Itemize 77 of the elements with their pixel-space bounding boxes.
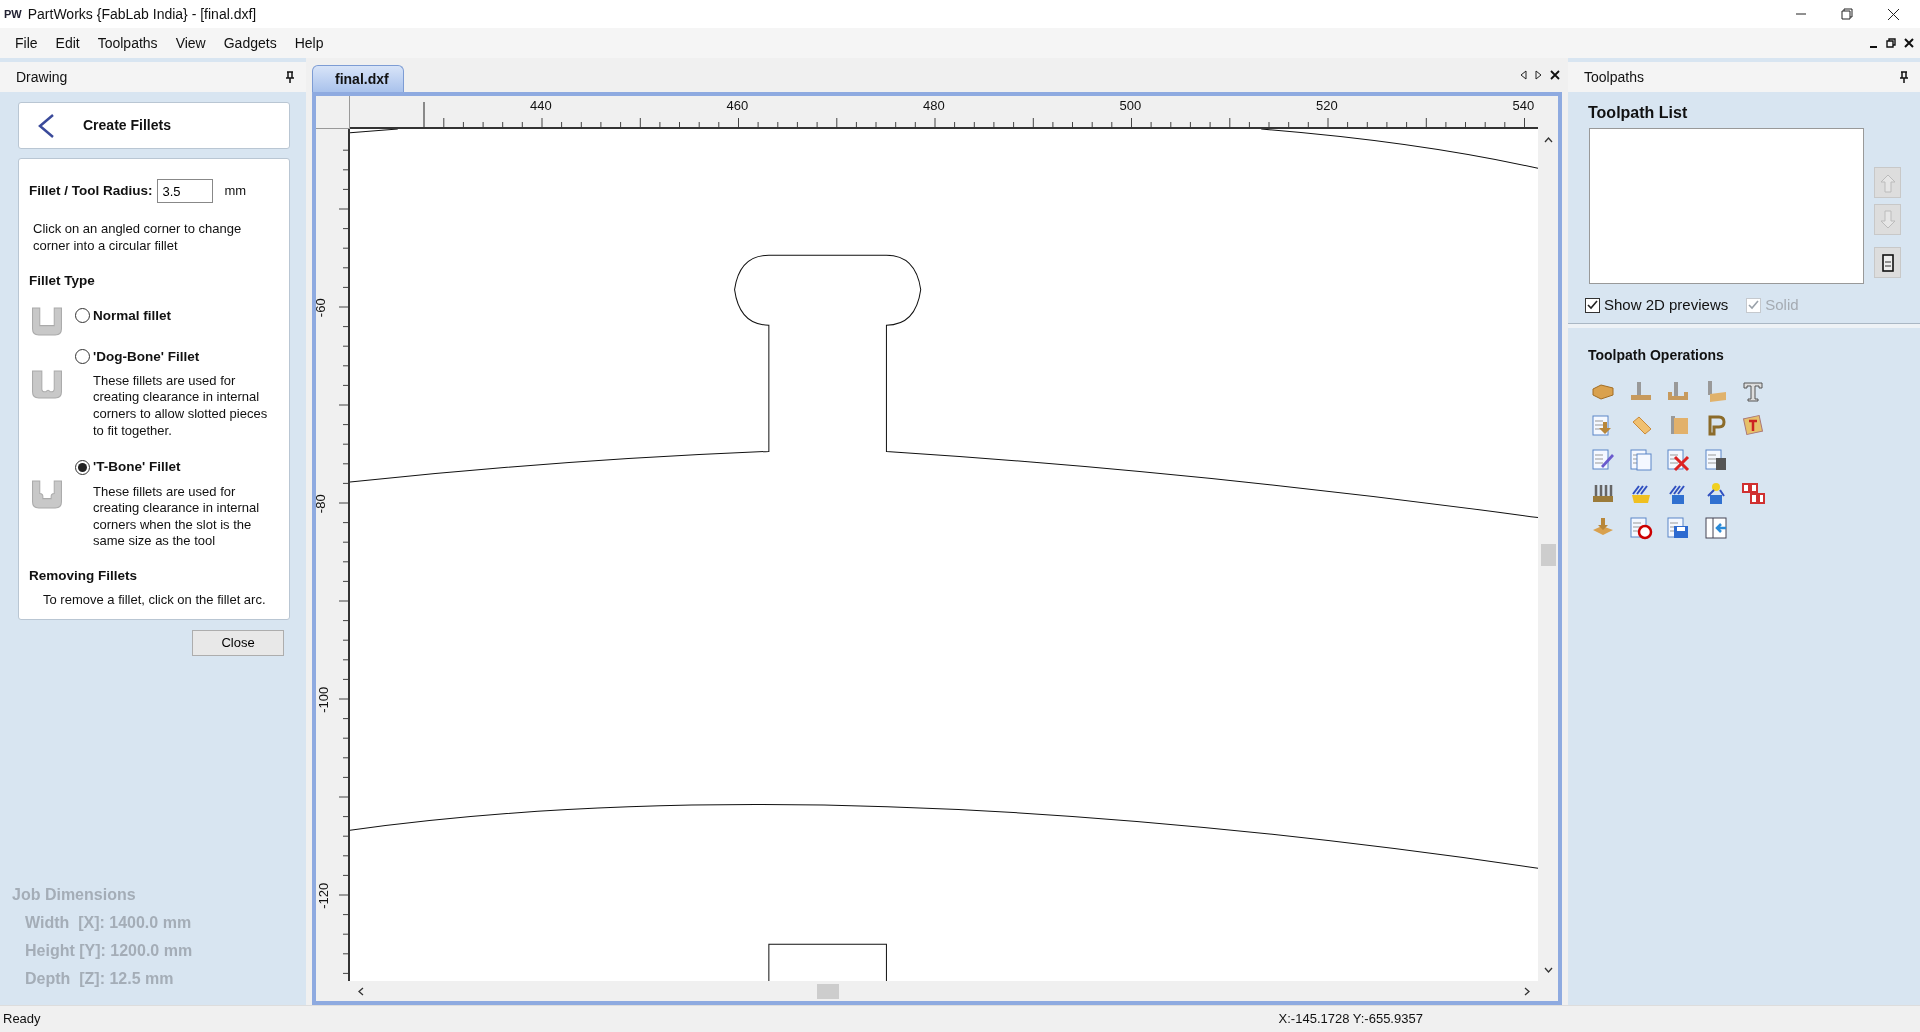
- close-icon[interactable]: [1550, 70, 1560, 80]
- scroll-thumb[interactable]: [817, 983, 839, 999]
- menu-item[interactable]: Gadgets: [214, 30, 286, 56]
- close-icon[interactable]: [1904, 38, 1914, 48]
- section-heading: Removing Fillets: [29, 567, 139, 585]
- right-arrow-icon[interactable]: [1535, 70, 1542, 80]
- ruler-label: -80: [316, 494, 329, 514]
- scroll-up-icon[interactable]: [1543, 137, 1553, 143]
- document-timer-icon[interactable]: [1628, 515, 1653, 540]
- window-title: PartWorks {FabLab India} - [final.dxf]: [27, 4, 258, 24]
- restore-icon[interactable]: [1886, 38, 1896, 48]
- ruler-label: 460: [726, 97, 749, 115]
- radio-button[interactable]: [75, 349, 90, 365]
- scroll-right-icon[interactable]: [1524, 986, 1530, 996]
- pin-icon[interactable]: [1898, 70, 1910, 84]
- radio-button[interactable]: [75, 459, 90, 475]
- document-tab[interactable]: final.dxf: [312, 65, 404, 92]
- close-icon[interactable]: [1887, 7, 1900, 21]
- job-dimension-line: Depth [Z]: 12.5 mm: [25, 969, 175, 989]
- checkbox[interactable]: Show 2D previews: [1585, 294, 1729, 317]
- option-description: These fillets are used for creating clearance in internal corners when the slot is the same size as the tool: [93, 483, 261, 550]
- ruler-label: -120: [316, 882, 333, 909]
- fillet-shape-icon: [29, 368, 65, 400]
- scroll-down-icon[interactable]: [1543, 967, 1553, 973]
- status-message: Ready: [3, 1010, 41, 1029]
- scroll-left-icon[interactable]: [358, 986, 364, 996]
- close-button[interactable]: Close: [192, 629, 284, 656]
- letter-t-icon[interactable]: [1741, 379, 1765, 404]
- radius-label: Fillet / Tool Radius:: [29, 181, 153, 200]
- job-dimension-line: Height [Y]: 1200.0 mm: [25, 941, 194, 961]
- menu-item[interactable]: Toolpaths: [88, 30, 167, 56]
- checkmark-icon: [1587, 300, 1598, 311]
- tile-grid-icon[interactable]: [1741, 481, 1765, 506]
- ruler-label: 500: [1119, 97, 1142, 115]
- section-heading: Toolpath List: [1588, 103, 1689, 123]
- instruction-text: Click on an angled corner to change corner into a circular fillet: [33, 221, 243, 255]
- radius-input[interactable]: 3.5: [156, 179, 213, 203]
- radio-label[interactable]: 'Dog-Bone' Fillet: [93, 346, 200, 367]
- menu-item[interactable]: Edit: [46, 30, 89, 56]
- document-calculator-icon[interactable]: [1703, 447, 1728, 472]
- summary-button[interactable]: [1874, 247, 1901, 278]
- contour-line: [350, 129, 399, 134]
- job-dimensions-title: Job Dimensions: [12, 885, 137, 905]
- menu-item[interactable]: Help: [285, 30, 333, 56]
- checkmark-icon: [1748, 300, 1760, 311]
- scroll-thumb[interactable]: [1540, 544, 1556, 566]
- radio-label[interactable]: 'T-Bone' Fillet: [93, 457, 181, 478]
- section-heading: Fillet Type: [29, 272, 96, 291]
- panel-title: Drawing: [16, 67, 68, 87]
- removing-text: To remove a fillet, click on the fillet arc.: [43, 592, 267, 609]
- ruler-label: 540: [1512, 97, 1535, 115]
- ruler-label: -60: [316, 298, 329, 318]
- panel-title: Toolpaths: [1584, 67, 1644, 87]
- tool-title: Create Fillets: [83, 116, 171, 135]
- menu-item[interactable]: View: [166, 30, 215, 56]
- job-dimension-line: Width [X]: 1400.0 mm: [25, 913, 193, 933]
- restore-icon[interactable]: [1841, 8, 1853, 20]
- document-cross-icon[interactable]: [1666, 447, 1690, 472]
- ruler-label: 480: [923, 97, 945, 115]
- option-description: These fillets are used for creating clearance in internal corners to allow slotted pieces to fit together.: [93, 372, 269, 440]
- radio-button[interactable]: [75, 308, 90, 324]
- left-arrow-icon[interactable]: [1520, 70, 1527, 80]
- section-heading: Toolpath Operations: [1588, 345, 1725, 365]
- ruler-label: 520: [1316, 97, 1338, 115]
- cursor-coordinates: X:-145.1728 Y:-655.9357: [1278, 1010, 1423, 1029]
- ruler-label: -100: [316, 686, 333, 713]
- menu-item[interactable]: File: [6, 30, 47, 56]
- app-logo: PW: [4, 6, 22, 22]
- pin-icon[interactable]: [284, 70, 296, 84]
- document-pen-icon[interactable]: [1591, 447, 1615, 472]
- radio-label[interactable]: Normal fillet: [93, 305, 171, 326]
- unit-label: mm: [224, 182, 247, 200]
- fillet-shape-icon: [29, 479, 65, 511]
- document-icon: [1881, 253, 1894, 272]
- ruler-label: 440: [530, 97, 552, 115]
- fillet-shape-icon: [29, 305, 65, 337]
- document-save-icon[interactable]: [1666, 515, 1690, 540]
